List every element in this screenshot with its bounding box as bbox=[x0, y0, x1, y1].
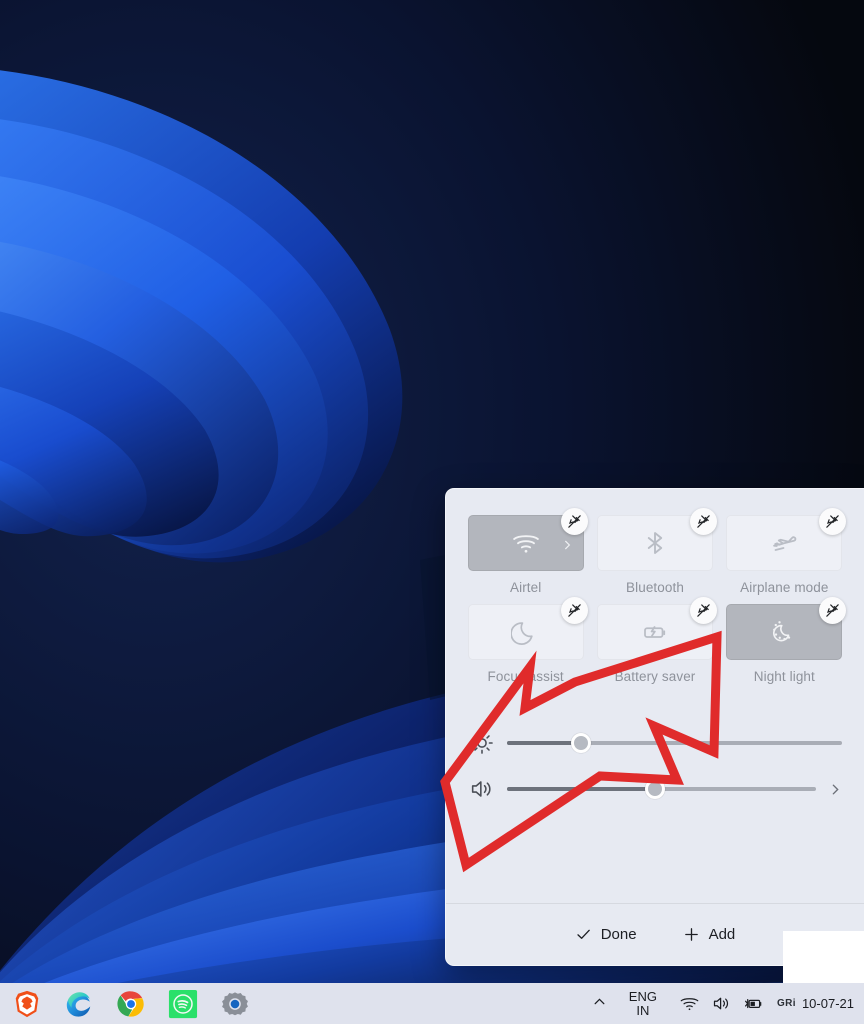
taskbar-app-list bbox=[0, 989, 250, 1019]
volume-slider-fill bbox=[507, 787, 656, 791]
plus-icon bbox=[683, 926, 700, 943]
quick-tile-label: Airplane mode bbox=[740, 580, 829, 595]
volume-expand-chevron-icon[interactable] bbox=[829, 783, 842, 796]
quick-tile-button-airplane[interactable] bbox=[726, 508, 847, 571]
taskbar-app-chrome[interactable] bbox=[116, 989, 146, 1019]
quick-tile-button-bluetooth[interactable] bbox=[596, 508, 717, 571]
battery-charging-tray-icon[interactable] bbox=[743, 993, 764, 1014]
language-indicator[interactable]: ENG IN bbox=[616, 990, 670, 1017]
quick-settings-sliders bbox=[446, 684, 864, 812]
unpin-icon[interactable] bbox=[819, 508, 847, 535]
quick-tile-battery-saver[interactable]: Battery saver bbox=[593, 597, 717, 684]
night-light-icon bbox=[769, 617, 799, 647]
language-primary: ENG bbox=[628, 989, 657, 1005]
brightness-slider-row[interactable] bbox=[468, 720, 842, 766]
quick-settings-panel[interactable]: Airtel Bluetooth Airplane mode Focus ass… bbox=[445, 488, 864, 966]
quick-tile-bluetooth[interactable]: Bluetooth bbox=[593, 508, 717, 595]
volume-slider-thumb[interactable] bbox=[645, 779, 666, 799]
brightness-icon bbox=[468, 729, 496, 757]
wifi-tray-icon[interactable] bbox=[679, 993, 700, 1014]
quick-tile-airplane-mode[interactable]: Airplane mode bbox=[723, 508, 847, 595]
volume-slider-row[interactable] bbox=[468, 766, 842, 812]
airplane-icon bbox=[769, 528, 799, 558]
unpin-icon[interactable] bbox=[560, 597, 588, 624]
tray-misc-label: GRi bbox=[776, 998, 796, 1009]
quick-settings-tile-grid: Airtel Bluetooth Airplane mode Focus ass… bbox=[446, 489, 864, 684]
quick-tile-button-focus-assist[interactable] bbox=[467, 597, 588, 660]
volume-icon bbox=[468, 775, 496, 803]
add-label: Add bbox=[708, 926, 736, 943]
taskbar-clock[interactable]: 10-07-21 bbox=[796, 997, 864, 1011]
quick-tile-label: Airtel bbox=[509, 580, 542, 595]
quick-tile-label: Focus assist bbox=[487, 669, 564, 684]
moon-icon bbox=[510, 617, 541, 647]
quick-tile-label: Battery saver bbox=[614, 669, 696, 684]
battery-saver-icon bbox=[640, 617, 670, 647]
add-button[interactable]: Add bbox=[673, 920, 746, 949]
system-tray: ENG IN GRi 10-07-21 bbox=[584, 983, 864, 1024]
wifi-icon bbox=[511, 528, 541, 558]
brightness-slider-thumb[interactable] bbox=[570, 733, 591, 753]
quick-tile-button-wifi[interactable] bbox=[467, 508, 588, 571]
unpin-icon[interactable] bbox=[560, 508, 588, 535]
edge-icon bbox=[64, 989, 94, 1019]
tray-status-icons[interactable] bbox=[670, 993, 773, 1014]
unpin-icon[interactable] bbox=[819, 597, 847, 624]
brightness-slider-track[interactable] bbox=[507, 733, 842, 753]
quick-tile-button-night-light[interactable] bbox=[726, 597, 847, 660]
checkmark-icon bbox=[575, 926, 592, 943]
taskbar[interactable]: ENG IN GRi 10-07-21 bbox=[0, 983, 864, 1024]
spotify-icon bbox=[168, 989, 198, 1019]
taskbar-app-spotify[interactable] bbox=[168, 989, 198, 1019]
chevron-right-icon[interactable] bbox=[562, 538, 573, 550]
quick-tile-airtel[interactable]: Airtel bbox=[464, 508, 588, 595]
quick-tile-button-battery-saver[interactable] bbox=[596, 597, 717, 660]
taskbar-app-brave[interactable] bbox=[12, 989, 42, 1019]
tray-overflow-button[interactable] bbox=[584, 995, 616, 1013]
chrome-icon bbox=[116, 989, 146, 1019]
done-button[interactable]: Done bbox=[565, 920, 647, 949]
quick-tile-night-light[interactable]: Night light bbox=[723, 597, 847, 684]
brightness-slider-fill bbox=[507, 741, 581, 745]
chevron-up-icon bbox=[593, 995, 606, 1013]
quick-tile-label: Bluetooth bbox=[626, 580, 684, 595]
done-label: Done bbox=[600, 926, 637, 943]
volume-tray-icon[interactable] bbox=[711, 993, 732, 1014]
settings-icon bbox=[220, 989, 250, 1019]
language-secondary: IN bbox=[636, 1002, 650, 1018]
taskbar-date: 10-07-21 bbox=[801, 995, 854, 1011]
taskbar-app-edge[interactable] bbox=[64, 989, 94, 1019]
quick-tile-focus-assist[interactable]: Focus assist bbox=[464, 597, 588, 684]
brave-icon bbox=[12, 989, 42, 1019]
quick-tile-label: Night light bbox=[753, 669, 815, 684]
bluetooth-icon bbox=[640, 528, 670, 558]
tray-misc-indicator[interactable]: GRi bbox=[773, 998, 796, 1009]
unpin-icon[interactable] bbox=[689, 508, 717, 535]
unpin-icon[interactable] bbox=[689, 597, 717, 624]
taskbar-app-settings[interactable] bbox=[220, 989, 250, 1019]
volume-slider-track[interactable] bbox=[507, 779, 816, 799]
